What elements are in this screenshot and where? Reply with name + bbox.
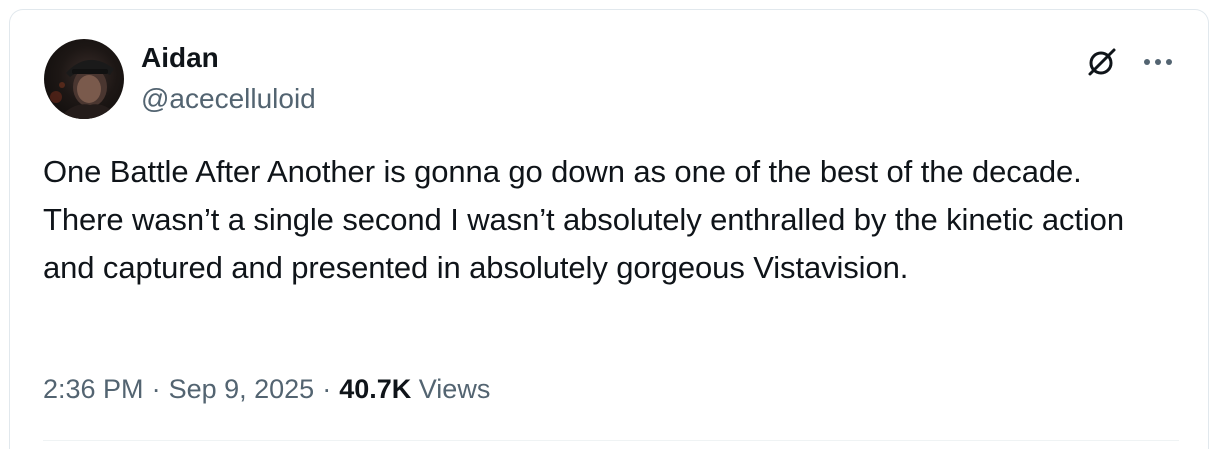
author-handle[interactable]: @acecelluloid: [141, 81, 316, 117]
more-button[interactable]: [1138, 44, 1178, 80]
grok-icon: [1088, 48, 1116, 76]
tweet-text: One Battle After Another is gonna go dow…: [43, 154, 1124, 285]
author-display-name[interactable]: Aidan: [141, 40, 219, 76]
divider: [43, 440, 1179, 441]
meta-separator: ·: [151, 374, 161, 404]
grok-button[interactable]: [1084, 44, 1120, 80]
tweet-meta: 2:36 PM · Sep 9, 2025 · 40.7K Views: [43, 369, 490, 409]
views-count[interactable]: 40.7K: [339, 374, 411, 404]
views-label[interactable]: Views: [419, 374, 491, 404]
tweet-time[interactable]: 2:36 PM: [43, 374, 144, 404]
avatar[interactable]: [44, 39, 124, 119]
meta-separator: ·: [322, 374, 332, 404]
tweet-card: Aidan @acecelluloid One Battle After Ano…: [9, 9, 1209, 449]
avatar-image: [50, 59, 120, 119]
tweet-date[interactable]: Sep 9, 2025: [169, 374, 315, 404]
more-dots-icon: [1144, 59, 1172, 65]
